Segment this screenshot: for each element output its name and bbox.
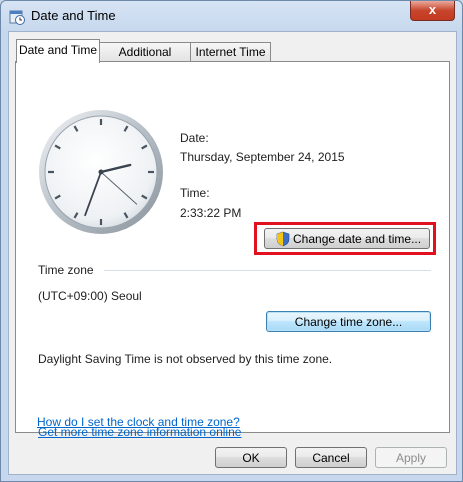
- window-title: Date and Time: [31, 8, 116, 23]
- uac-shield-icon: [276, 231, 290, 247]
- tab-panel: Date: Thursday, September 24, 2015 Time:…: [15, 61, 450, 439]
- change-time-zone-label: Change time zone...: [294, 315, 403, 329]
- clock-calendar-icon: [9, 10, 25, 25]
- ok-label: OK: [242, 451, 260, 465]
- close-icon: x: [428, 2, 437, 17]
- how-to-set-clock-link[interactable]: How do I set the clock and time zone?: [37, 415, 240, 429]
- ok-button[interactable]: OK: [215, 447, 287, 468]
- tab-date-and-time[interactable]: Date and Time: [16, 39, 100, 63]
- apply-label: Apply: [395, 451, 427, 465]
- change-time-zone-button[interactable]: Change time zone...: [266, 311, 431, 332]
- tab-internet-time[interactable]: Internet Time: [190, 42, 271, 62]
- title-bar[interactable]: Date and Time x: [1, 1, 462, 31]
- date-time-dialog: Date and Time x Date and Time Additional…: [0, 0, 463, 482]
- change-date-and-time-label: Change date and time...: [293, 232, 422, 246]
- date-label: Date:: [180, 131, 209, 145]
- date-value: Thursday, September 24, 2015: [180, 150, 345, 164]
- cancel-button[interactable]: Cancel: [295, 447, 367, 468]
- close-button[interactable]: x: [410, 1, 455, 21]
- apply-button[interactable]: Apply: [375, 447, 447, 468]
- dst-note: Daylight Saving Time is not observed by …: [38, 352, 333, 366]
- time-zone-divider: [104, 270, 431, 271]
- time-value: 2:33:22 PM: [180, 206, 242, 220]
- tab-additional-clocks[interactable]: Additional Clocks: [99, 42, 191, 77]
- analog-clock: [39, 110, 163, 234]
- tab-label: Date and Time: [18, 43, 98, 57]
- time-zone-value: (UTC+09:00) Seoul: [38, 289, 142, 303]
- change-date-and-time-button[interactable]: Change date and time...: [264, 228, 430, 249]
- time-label: Time:: [180, 186, 210, 200]
- tab-label: Internet Time: [195, 45, 266, 59]
- cancel-label: Cancel: [312, 451, 350, 465]
- time-zone-heading: Time zone: [38, 263, 94, 277]
- dialog-client-area: Date and Time Additional Clocks Internet…: [8, 31, 457, 475]
